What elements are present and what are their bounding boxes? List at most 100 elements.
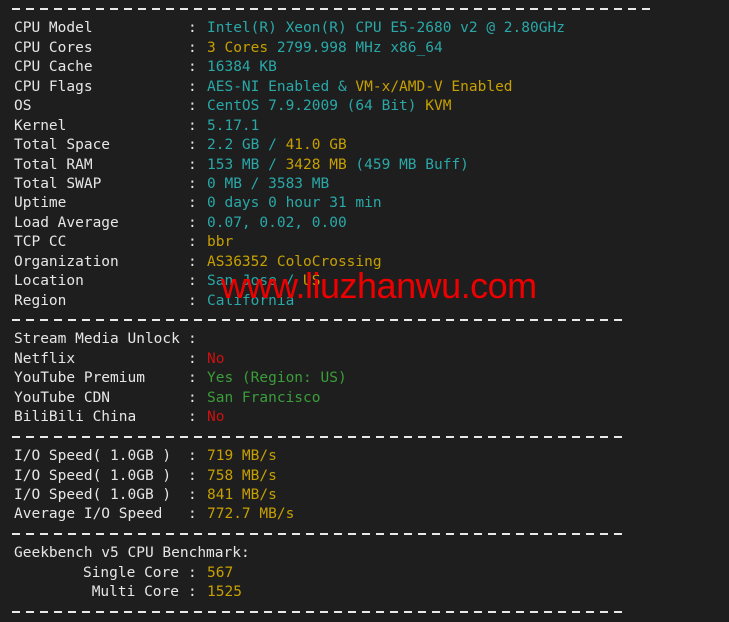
stream-value: San Francisco <box>207 389 321 406</box>
separator-after-system-info <box>0 311 729 330</box>
info-label: TCP CC <box>14 234 67 251</box>
colon: : <box>188 156 197 173</box>
info-row-total-ram: Total RAM:153 MB / 3428 MB (459 MB Buff) <box>0 156 729 175</box>
info-row-kernel: Kernel:5.17.1 <box>0 117 729 136</box>
info-label: Location <box>14 273 84 290</box>
stream-label: BiliBili China <box>14 409 137 426</box>
io-row-average: Average I/O Speed:772.7 MB/s <box>0 505 729 524</box>
info-label: Uptime <box>14 195 67 212</box>
stream-row-youtube-premium: YouTube Premium: Yes (Region: US) <box>0 369 729 388</box>
info-value-yellow: VM-x/AMD-V Enabled <box>355 78 513 95</box>
geekbench-row-single-core: Single Core:567 <box>0 564 729 583</box>
colon: : <box>188 506 197 523</box>
io-label: I/O Speed( 1.0GB ) <box>14 467 172 484</box>
info-value-yellow: 3428 MB <box>285 156 347 173</box>
separator-rule <box>12 610 622 613</box>
colon: : <box>188 370 197 387</box>
geekbench-row-multi-core: Multi Core:1525 <box>0 583 729 602</box>
info-label: Total SWAP <box>14 175 102 192</box>
io-speed-section: I/O Speed( 1.0GB ):719 MB/s I/O Speed( 1… <box>0 447 729 525</box>
info-value-yellow: US <box>303 273 321 290</box>
geekbench-label: Multi Core <box>91 584 179 601</box>
colon: : <box>188 214 197 231</box>
info-value-yellow: 3 Cores <box>207 39 277 56</box>
colon: : <box>188 78 197 95</box>
io-label: I/O Speed( 1.0GB ) <box>14 448 172 465</box>
io-row-2: I/O Speed( 1.0GB ):758 MB/s <box>0 467 729 486</box>
separator-rule <box>12 532 622 535</box>
separator-bottom <box>0 603 729 622</box>
io-row-1: I/O Speed( 1.0GB ):719 MB/s <box>0 447 729 466</box>
geekbench-value: 1525 <box>207 584 242 601</box>
colon: : <box>188 234 197 251</box>
stream-value: No <box>207 350 225 367</box>
info-row-cpu-flags: CPU Flags: AES-NI Enabled & VM-x/AMD-V En… <box>0 78 729 97</box>
stream-row-bilibili-china: BiliBili China: No <box>0 408 729 427</box>
io-row-3: I/O Speed( 1.0GB ):841 MB/s <box>0 486 729 505</box>
info-row-cpu-cores: CPU Cores:3 Cores 2799.998 MHz x86_64 <box>0 39 729 58</box>
separator-rule <box>12 319 622 321</box>
info-value-cyan2: 2799.998 MHz x86_64 <box>276 39 443 56</box>
geekbench-label: Single Core <box>82 564 179 581</box>
separator-rule <box>12 435 622 438</box>
io-value: 758 MB/s <box>207 467 277 484</box>
info-label: CPU Cache <box>14 59 93 76</box>
stream-value: No <box>207 409 225 426</box>
info-value-cyan: 0 MB / 3583 MB <box>207 175 330 192</box>
io-value: 772.7 MB/s <box>207 506 295 523</box>
colon: : <box>188 584 197 601</box>
info-row-tcp-cc: TCP CC: bbr <box>0 233 729 252</box>
info-row-organization: Organization: AS36352 ColoCrossing <box>0 253 729 272</box>
info-value-cyan: 153 MB / <box>207 156 286 173</box>
geekbench-value: 567 <box>207 564 234 581</box>
colon: : <box>188 389 197 406</box>
info-value-cyan: 0.07, 0.02, 0.00 <box>207 214 347 231</box>
colon: : <box>188 195 197 212</box>
info-row-cpu-model: CPU Model: Intel(R) Xeon(R) CPU E5-2680 v… <box>0 19 729 38</box>
colon: : <box>188 564 197 581</box>
stream-media-section: Stream Media Unlock: Netflix: No YouTube … <box>0 330 729 427</box>
colon: : <box>188 117 197 134</box>
colon: : <box>188 273 197 290</box>
geekbench-heading: Geekbench v5 CPU Benchmark: <box>14 545 250 562</box>
info-row-region: Region: California <box>0 292 729 311</box>
stream-label: Netflix <box>14 350 76 367</box>
info-value-cyan: 2.2 GB / <box>207 137 286 154</box>
info-value-yellow: bbr <box>207 234 234 251</box>
info-row-location: Location: San Jose / US <box>0 272 729 291</box>
info-row-cpu-cache: CPU Cache:16384 KB <box>0 58 729 77</box>
info-row-os: OS: CentOS 7.9.2009 (64 Bit) KVM <box>0 97 729 116</box>
separator-rule <box>12 8 650 10</box>
info-value-cyan: Intel(R) Xeon(R) CPU E5-2680 v2 @ 2.80GH… <box>207 20 565 37</box>
colon: : <box>188 20 197 37</box>
stream-media-heading-label: Stream Media Unlock <box>14 331 180 348</box>
info-value-yellow: KVM <box>425 98 452 115</box>
colon: : <box>188 175 197 192</box>
info-label: Kernel <box>14 117 67 134</box>
info-value-yellow: 41.0 GB <box>285 137 347 154</box>
colon: : <box>188 409 197 426</box>
info-value-cyan2: (459 MB Buff) <box>346 156 469 173</box>
info-row-uptime: Uptime:0 days 0 hour 31 min <box>0 194 729 213</box>
colon: : <box>188 137 197 154</box>
info-value-cyan: 0 days 0 hour 31 min <box>207 195 382 212</box>
colon: : <box>188 39 197 56</box>
stream-label: YouTube CDN <box>14 389 111 406</box>
separator-after-io-speed <box>0 525 729 544</box>
info-value-cyan: 5.17.1 <box>207 117 260 134</box>
colon: : <box>188 59 197 76</box>
info-label: CPU Model <box>14 20 93 37</box>
stream-row-netflix: Netflix: No <box>0 350 729 369</box>
colon: : <box>188 98 197 115</box>
separator-top <box>0 0 729 19</box>
separator-after-stream-media <box>0 428 729 447</box>
info-value-cyan: 16384 KB <box>207 59 277 76</box>
colon: : <box>188 350 197 367</box>
stream-value: Yes (Region: US) <box>207 370 347 387</box>
colon: : <box>188 486 197 503</box>
info-label: Organization <box>14 253 119 270</box>
colon: : <box>188 331 197 348</box>
info-row-load-average: Load Average:0.07, 0.02, 0.00 <box>0 214 729 233</box>
colon: : <box>188 467 197 484</box>
io-label: I/O Speed( 1.0GB ) <box>14 486 172 503</box>
